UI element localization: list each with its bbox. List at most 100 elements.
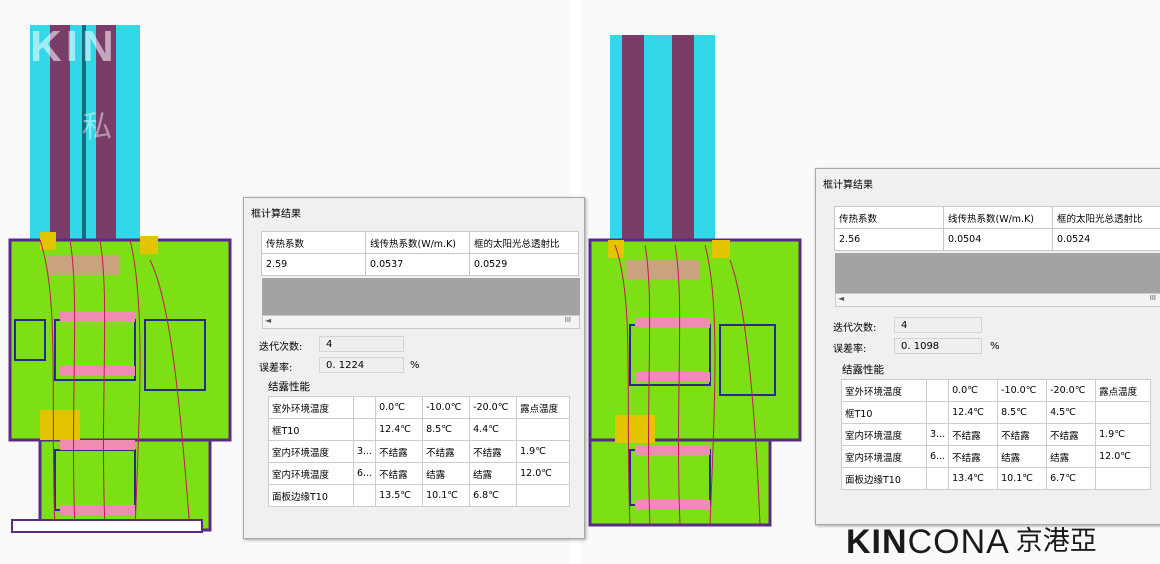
error-rate-label: 误差率: — [833, 344, 867, 355]
table-cell: 6... — [925, 445, 950, 468]
table-cell: 4.4℃ — [469, 418, 518, 441]
error-rate-unit: % — [410, 360, 420, 371]
table-row: 2.59 0.0537 0.0529 — [261, 253, 579, 276]
condensation-group-title: 结露性能 — [842, 364, 884, 376]
table-cell: 12.0℃ — [1095, 445, 1152, 468]
table-cell: 不结露 — [997, 423, 1048, 446]
logo-text-cn: 京港亞 — [1015, 526, 1097, 557]
table-cell: 8.5℃ — [422, 418, 471, 441]
condensation-table: 室外环境温度 0.0℃ -10.0℃ -20.0℃ 露点温度 框T10 12.4… — [841, 379, 1152, 490]
column-header — [352, 396, 377, 419]
table-cell: 12.0℃ — [516, 462, 571, 485]
table-cell: 6.8℃ — [469, 484, 518, 507]
table-cell: 10.1℃ — [422, 484, 471, 507]
table-cell: 不结露 — [375, 462, 424, 485]
scroll-grip-icon[interactable]: III — [565, 316, 571, 324]
table-cell — [1095, 467, 1152, 490]
scroll-left-arrow-icon[interactable]: ◄ — [838, 294, 844, 303]
table-cell: 结露 — [997, 445, 1048, 468]
column-header: 框的太阳光总透射比 — [469, 231, 579, 254]
table-cell: 4.5℃ — [1046, 401, 1097, 424]
column-header: 传热系数 — [261, 231, 366, 254]
iteration-value-field: 4 — [894, 317, 982, 333]
error-rate-unit: % — [990, 341, 1000, 352]
table-cell: 3... — [352, 440, 377, 463]
table-row: 2.56 0.0504 0.0524 — [834, 228, 1160, 251]
error-rate-value-field: 0. 1224 — [319, 357, 404, 373]
table-cell: 3... — [925, 423, 950, 446]
table-cell: 不结露 — [469, 440, 518, 463]
frame-calculation-result-dialog: 框计算结果 传热系数 线传热系数(W/m.K) 框的太阳光总透射比 2.56 0… — [815, 168, 1160, 525]
table-cell: 室内环境温度 — [268, 462, 354, 485]
result-table: 传热系数 线传热系数(W/m.K) 框的太阳光总透射比 2.56 0.0504 … — [834, 206, 1160, 251]
table-cell: 不结露 — [422, 440, 471, 463]
table-cell: 0.0537 — [365, 253, 470, 276]
thermal-simulation-image — [0, 0, 245, 540]
table-header-row: 传热系数 线传热系数(W/m.K) 框的太阳光总透射比 — [261, 231, 579, 254]
table-header-row: 室外环境温度 0.0℃ -10.0℃ -20.0℃ 露点温度 — [841, 379, 1152, 402]
table-cell: 结露 — [469, 462, 518, 485]
table-cell: 室内环境温度 — [268, 440, 354, 463]
table-row: 室内环境温度 6... 不结露 结露 结露 12.0℃ — [268, 462, 571, 485]
table-cell — [352, 484, 377, 507]
column-header: 线传热系数(W/m.K) — [365, 231, 470, 254]
table-cell: 不结露 — [948, 445, 999, 468]
table-row: 框T10 12.4℃ 8.5℃ 4.4℃ — [268, 418, 571, 441]
table-cell: 面板边缘T10 — [268, 484, 354, 507]
column-header: -20.0℃ — [1046, 379, 1097, 402]
column-header: -10.0℃ — [997, 379, 1048, 402]
table-cell — [1095, 401, 1152, 424]
column-header: -10.0℃ — [422, 396, 471, 419]
column-header: 0.0℃ — [375, 396, 424, 419]
table-cell: 框T10 — [268, 418, 354, 441]
table-cell: 13.4℃ — [948, 467, 999, 490]
table-row: 框T10 12.4℃ 8.5℃ 4.5℃ — [841, 401, 1152, 424]
column-header: -20.0℃ — [469, 396, 518, 419]
table-empty-area — [262, 278, 580, 315]
column-header: 室外环境温度 — [268, 396, 354, 419]
table-cell: 6... — [352, 462, 377, 485]
table-cell — [925, 467, 950, 490]
table-cell: 框T10 — [841, 401, 927, 424]
horizontal-scrollbar[interactable]: ◄ III — [262, 315, 580, 329]
table-cell: 不结露 — [948, 423, 999, 446]
column-header: 线传热系数(W/m.K) — [943, 206, 1053, 229]
column-header: 室外环境温度 — [841, 379, 927, 402]
table-cell: 不结露 — [1046, 423, 1097, 446]
result-table: 传热系数 线传热系数(W/m.K) 框的太阳光总透射比 2.59 0.0537 … — [261, 231, 579, 276]
scroll-grip-icon[interactable]: III — [1150, 294, 1156, 302]
table-cell: 0.0524 — [1052, 228, 1160, 251]
table-empty-area — [835, 253, 1160, 293]
table-cell: 不结露 — [375, 440, 424, 463]
table-cell: 0.0504 — [943, 228, 1053, 251]
error-rate-label: 误差率: — [259, 363, 293, 374]
table-cell: 8.5℃ — [997, 401, 1048, 424]
table-row: 室内环境温度 6... 不结露 结露 结露 12.0℃ — [841, 445, 1152, 468]
table-row: 室内环境温度 3... 不结露 不结露 不结露 1.9℃ — [841, 423, 1152, 446]
table-cell — [516, 484, 571, 507]
scroll-left-arrow-icon[interactable]: ◄ — [265, 316, 271, 325]
table-row: 面板边缘T10 13.4℃ 10.1℃ 6.7℃ — [841, 467, 1152, 490]
thermal-simulation-image — [580, 0, 820, 540]
table-cell: 13.5℃ — [375, 484, 424, 507]
table-cell: 结露 — [1046, 445, 1097, 468]
table-cell: 0.0529 — [469, 253, 579, 276]
table-cell: 1.9℃ — [516, 440, 571, 463]
frame-calculation-result-dialog: 框计算结果 传热系数 线传热系数(W/m.K) 框的太阳光总透射比 2.59 0… — [243, 197, 585, 539]
iteration-label: 迭代次数: — [833, 323, 877, 334]
column-header — [925, 379, 950, 402]
table-cell: 室内环境温度 — [841, 423, 927, 446]
image-watermark-brand: KIN — [30, 22, 118, 71]
logo-text-light: CONA — [907, 523, 1010, 561]
iteration-value-field: 4 — [319, 336, 404, 352]
table-row: 室内环境温度 3... 不结露 不结露 不结露 1.9℃ — [268, 440, 571, 463]
column-header: 传热系数 — [834, 206, 944, 229]
column-header: 露点温度 — [516, 396, 571, 419]
table-cell: 2.59 — [261, 253, 366, 276]
column-header: 露点温度 — [1095, 379, 1152, 402]
column-header: 框的太阳光总透射比 — [1052, 206, 1160, 229]
condensation-group-title: 结露性能 — [268, 381, 310, 393]
table-header-row: 传热系数 线传热系数(W/m.K) 框的太阳光总透射比 — [834, 206, 1160, 229]
dialog-title: 框计算结果 — [823, 180, 873, 191]
horizontal-scrollbar[interactable]: ◄ III — [835, 293, 1160, 307]
